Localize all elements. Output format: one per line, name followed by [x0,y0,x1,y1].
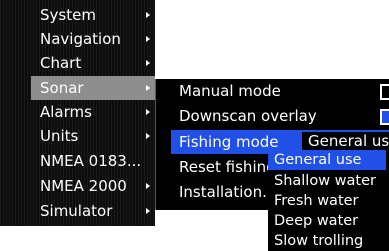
menu-item-simulator[interactable]: Simulator [31,199,155,223]
menu-item-manual-mode[interactable]: Manual mode [171,79,389,103]
chevron-right-icon [146,109,150,115]
fishing-mode-dropdown: General use Shallow water Fresh water De… [268,150,389,251]
option-label: General use [274,152,362,168]
menu-item-system[interactable]: System [31,3,155,27]
menu-item-alarms[interactable]: Alarms [31,100,155,124]
chevron-right-icon [146,85,150,91]
menu-item-label: Navigation [40,30,121,48]
chevron-right-icon [146,208,150,214]
menu-item-chart[interactable]: Chart [31,51,155,75]
menu-item-nmea-2000[interactable]: NMEA 2000 [31,174,155,198]
menu-item-label: Manual mode [179,82,281,100]
downscan-overlay-checkbox[interactable] [380,109,389,125]
menu-item-label: Chart [40,54,82,72]
menu-item-downscan-overlay[interactable]: Downscan overlay [171,104,389,128]
menu-item-units[interactable]: Units [31,124,155,148]
option-label: Deep water [274,213,359,229]
menu-item-label: Units [40,127,79,145]
chevron-right-icon [146,12,150,18]
option-label: Shallow water [274,173,376,189]
menu-item-label: System [40,6,96,24]
dropdown-option-fresh-water[interactable]: Fresh water [268,191,389,211]
menu-item-label: Simulator [40,202,113,220]
menu-item-label: Reset fishing [179,158,276,176]
menu-item-label: Fishing mode [179,133,279,151]
chevron-right-icon [146,60,150,66]
menu-item-nmea-0183[interactable]: NMEA 0183... [31,149,155,173]
chevron-right-icon [146,183,150,189]
chevron-right-icon [146,36,150,42]
chevron-right-icon [146,133,150,139]
menu-item-label: NMEA 2000 [40,177,127,195]
dropdown-option-shallow-water[interactable]: Shallow water [268,171,389,191]
menu-item-label: Installation... [179,183,277,201]
dropdown-option-deep-water[interactable]: Deep water [268,211,389,231]
settings-menu: System Navigation Chart Sonar Alarms Uni… [0,0,155,226]
menu-item-label: NMEA 0183... [40,152,142,170]
dropdown-option-slow-trolling[interactable]: Slow trolling [268,231,389,251]
menu-item-navigation[interactable]: Navigation [31,27,155,51]
fishing-mode-value[interactable]: General use [302,132,389,150]
menu-item-sonar[interactable]: Sonar [31,76,155,100]
menu-item-label: Alarms [40,103,92,121]
option-label: Fresh water [274,193,359,209]
menu-item-label: Sonar [40,79,84,97]
option-label: Slow trolling [274,233,364,249]
manual-mode-checkbox[interactable] [380,84,389,100]
menu-item-label: Downscan overlay [179,107,317,125]
dropdown-option-general-use[interactable]: General use [268,150,386,170]
